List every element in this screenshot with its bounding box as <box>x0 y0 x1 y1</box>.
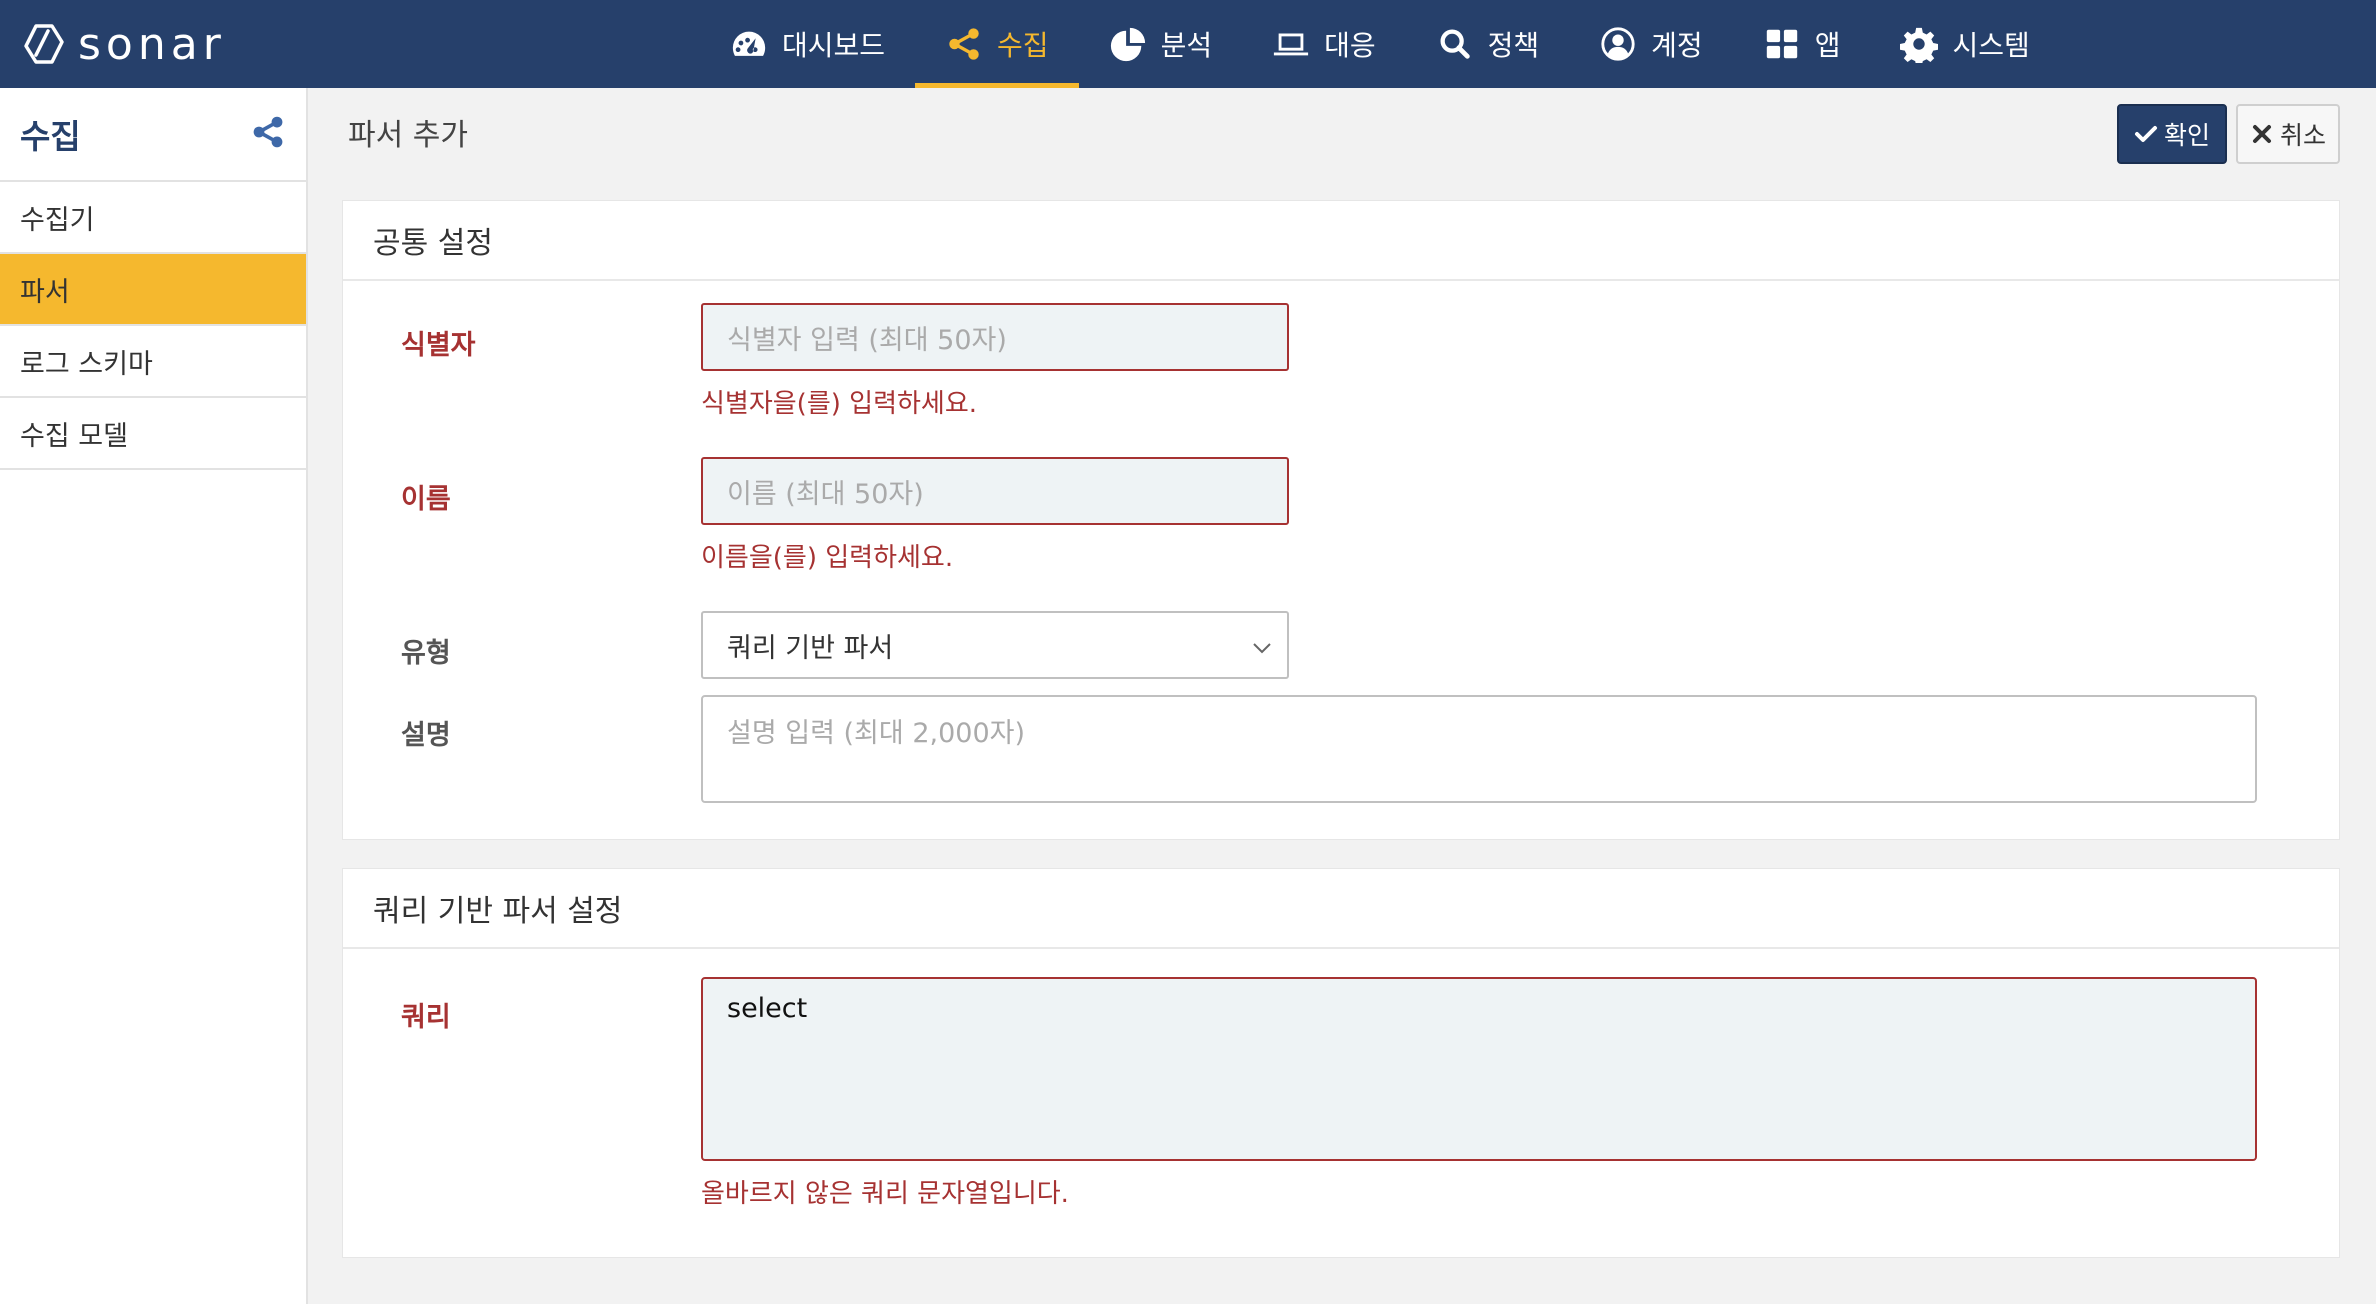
description-textarea[interactable]: 설명 입력 (최대 2,000자) <box>701 695 2257 803</box>
query-label: 쿼리 <box>401 1002 451 1033</box>
query-textarea[interactable]: select <box>701 977 2257 1161</box>
sidebar-item-parser[interactable]: 파서 <box>0 254 306 326</box>
nav-label: 앱 <box>1814 29 1841 62</box>
page-title: 파서 추가 <box>348 118 468 153</box>
pie-chart-icon <box>1110 27 1145 62</box>
nav-label: 시스템 <box>1952 29 2030 62</box>
top-navbar: sonar 대시보드 수집 분석 대응 정책 계정 앱 시스템 <box>0 0 2376 88</box>
nav-label: 수집 <box>997 29 1049 62</box>
query-settings-panel: 쿼리 기반 파서 설정 쿼리 select 올바르지 않은 쿼리 문자열입니다. <box>342 868 2340 1258</box>
grid-icon <box>1766 29 1797 59</box>
nav-label: 분석 <box>1160 29 1213 62</box>
identifier-label: 식별자 <box>401 330 476 361</box>
sidebar-item-collect-model[interactable]: 수집 모델 <box>0 398 306 470</box>
sidebar-item-collector[interactable]: 수집기 <box>0 182 306 254</box>
sidebar-title: 수집 <box>20 117 81 156</box>
nav-label: 계정 <box>1651 29 1703 62</box>
sonar-logo-icon <box>24 24 64 64</box>
query-error: 올바르지 않은 쿼리 문자열입니다. <box>701 1179 1069 1209</box>
sidebar-header: 수집 <box>0 88 306 182</box>
logo[interactable]: sonar <box>22 14 226 74</box>
identifier-input[interactable]: 식별자 입력 (최대 50자) <box>701 303 1289 371</box>
gear-icon <box>1900 27 1939 63</box>
type-select[interactable]: 쿼리 기반 파서 <box>701 611 1289 679</box>
confirm-label: 확인 <box>2163 121 2210 150</box>
user-circle-icon <box>1601 27 1635 61</box>
identifier-error: 식별자을(를) 입력하세요. <box>701 389 978 419</box>
nav-item-collect[interactable]: 수집 <box>915 0 1079 88</box>
nav-label: 대시보드 <box>782 29 886 62</box>
cancel-label: 취소 <box>2279 121 2326 150</box>
confirm-button[interactable]: 확인 <box>2117 104 2227 164</box>
nav-label: 대응 <box>1324 29 1376 62</box>
name-error: 이름을(를) 입력하세요. <box>701 543 954 573</box>
check-icon <box>2134 126 2157 142</box>
type-select-value: 쿼리 기반 파서 <box>727 632 894 664</box>
cancel-button[interactable]: 취소 <box>2236 104 2340 164</box>
description-label: 설명 <box>401 720 451 751</box>
nav-item-account[interactable]: 계정 <box>1569 0 1733 88</box>
common-settings-panel: 공통 설정 식별자 식별자 입력 (최대 50자) 식별자을(를) 입력하세요.… <box>342 200 2340 840</box>
name-input[interactable]: 이름 (최대 50자) <box>701 457 1289 525</box>
laptop-icon <box>1274 33 1309 56</box>
nav-item-dashboard[interactable]: 대시보드 <box>700 0 915 88</box>
nav-label: 정책 <box>1487 29 1540 62</box>
main-content: 파서 추가 확인 취소 공통 설정 식별자 식별자 입력 (최대 50자) 식별… <box>308 88 2376 1304</box>
nav-item-system[interactable]: 시스템 <box>1870 0 2059 88</box>
dashboard-icon <box>732 31 766 56</box>
share-icon <box>253 116 283 148</box>
share-icon <box>949 28 979 60</box>
logo-text: sonar <box>78 18 226 70</box>
sidebar-share-button[interactable] <box>250 114 286 154</box>
name-label: 이름 <box>401 484 451 515</box>
nav-item-analysis[interactable]: 분석 <box>1079 0 1243 88</box>
nav-item-apps[interactable]: 앱 <box>1733 0 1871 88</box>
panel-title: 공통 설정 <box>343 201 2339 281</box>
nav-item-response[interactable]: 대응 <box>1242 0 1406 88</box>
panel-title: 쿼리 기반 파서 설정 <box>343 869 2339 949</box>
sidebar: 수집 수집기 파서 로그 스키마 수집 모델 <box>0 88 308 1304</box>
main-nav: 대시보드 수집 분석 대응 정책 계정 앱 시스템 <box>700 0 2060 88</box>
chevron-down-icon <box>1253 643 1271 654</box>
type-label: 유형 <box>401 638 451 669</box>
nav-item-policy[interactable]: 정책 <box>1406 0 1570 88</box>
close-icon <box>2252 125 2271 143</box>
sidebar-item-log-schema[interactable]: 로그 스키마 <box>0 326 306 398</box>
search-icon <box>1440 29 1470 59</box>
